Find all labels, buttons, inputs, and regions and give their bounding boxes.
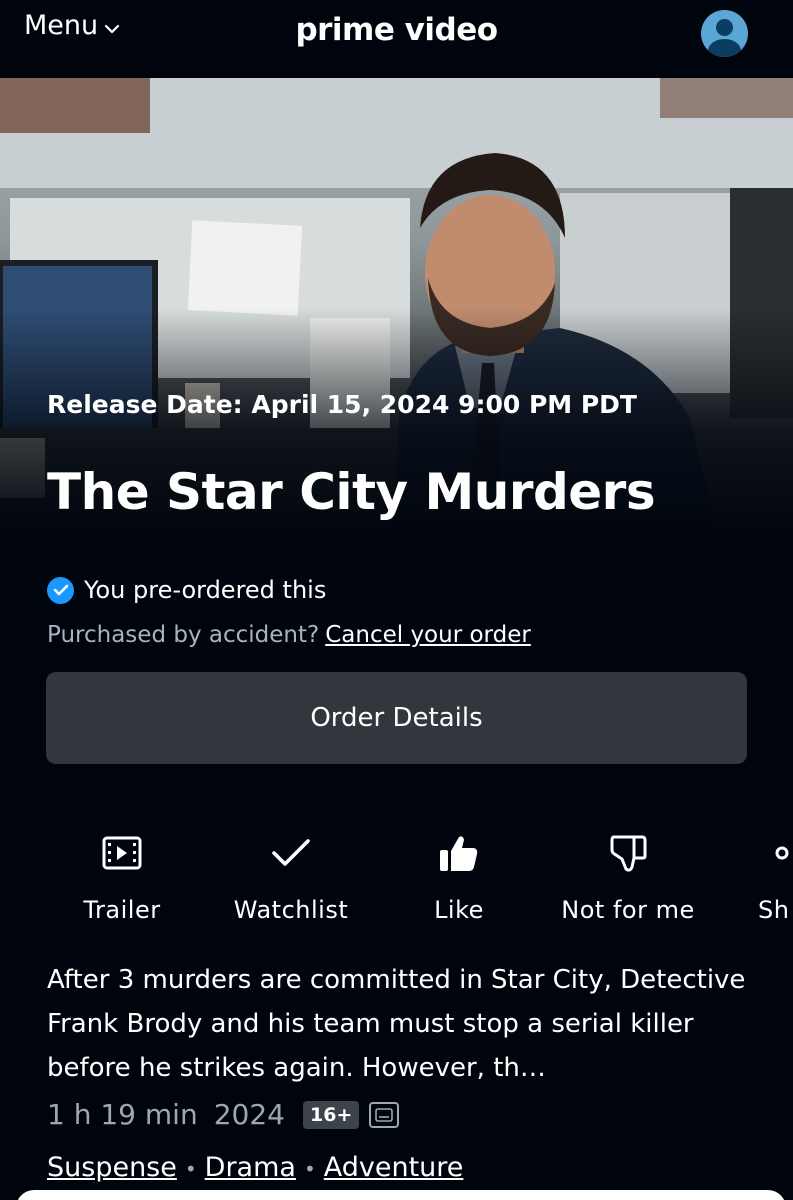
action-label: Watchlist: [233, 896, 349, 924]
share-icon: [758, 830, 793, 876]
release-date: Release Date: April 15, 2024 9:00 PM PDT: [47, 390, 637, 419]
preorder-text: You pre-ordered this: [84, 576, 327, 604]
top-bar: Menu prime video: [0, 0, 793, 78]
release-year: 2024: [213, 1098, 285, 1131]
thumbs-up-icon: [439, 830, 479, 876]
like-button[interactable]: Like: [428, 830, 490, 924]
checkmark-icon: [271, 830, 311, 876]
action-label: Not for me: [561, 896, 695, 924]
bottom-sheet-edge: [16, 1190, 786, 1200]
action-label: Trailer: [83, 896, 161, 924]
subtitles-icon: [369, 1101, 400, 1128]
genre-link[interactable]: Adventure: [324, 1152, 464, 1183]
action-row: Trailer Watchlist Like Not for me Sh: [0, 830, 793, 930]
page-title: The Star City Murders: [47, 463, 656, 521]
thumbs-down-icon: [608, 830, 648, 876]
separator-dot: •: [303, 1157, 316, 1181]
trailer-icon: [102, 830, 142, 876]
share-button[interactable]: Sh: [758, 830, 793, 924]
order-details-button[interactable]: Order Details: [46, 672, 747, 764]
watchlist-button[interactable]: Watchlist: [228, 830, 354, 924]
cancel-order-link[interactable]: Cancel your order: [325, 622, 531, 648]
separator-dot: •: [184, 1157, 197, 1181]
metadata-row: 1 h 19 min 2024 16+: [47, 1098, 400, 1131]
action-label: Sh: [758, 896, 790, 924]
profile-avatar[interactable]: [701, 10, 748, 57]
accident-text: Purchased by accident?: [47, 622, 320, 648]
check-circle-icon: [47, 576, 74, 604]
synopsis-text[interactable]: After 3 murders are committed in Star Ci…: [47, 958, 767, 1090]
prime-video-logo[interactable]: prime video: [0, 12, 793, 48]
genre-list: Suspense • Drama • Adventure: [47, 1152, 463, 1183]
age-rating-badge: 16+: [302, 1100, 360, 1129]
trailer-button[interactable]: Trailer: [78, 830, 166, 924]
not-for-me-button[interactable]: Not for me: [555, 830, 701, 924]
genre-link[interactable]: Suspense: [47, 1152, 177, 1183]
runtime: 1 h 19 min: [47, 1098, 198, 1131]
genre-link[interactable]: Drama: [205, 1152, 296, 1183]
accident-prompt: Purchased by accident? Cancel your order: [47, 622, 531, 648]
action-label: Like: [434, 896, 484, 924]
preorder-status: You pre-ordered this: [47, 576, 326, 604]
